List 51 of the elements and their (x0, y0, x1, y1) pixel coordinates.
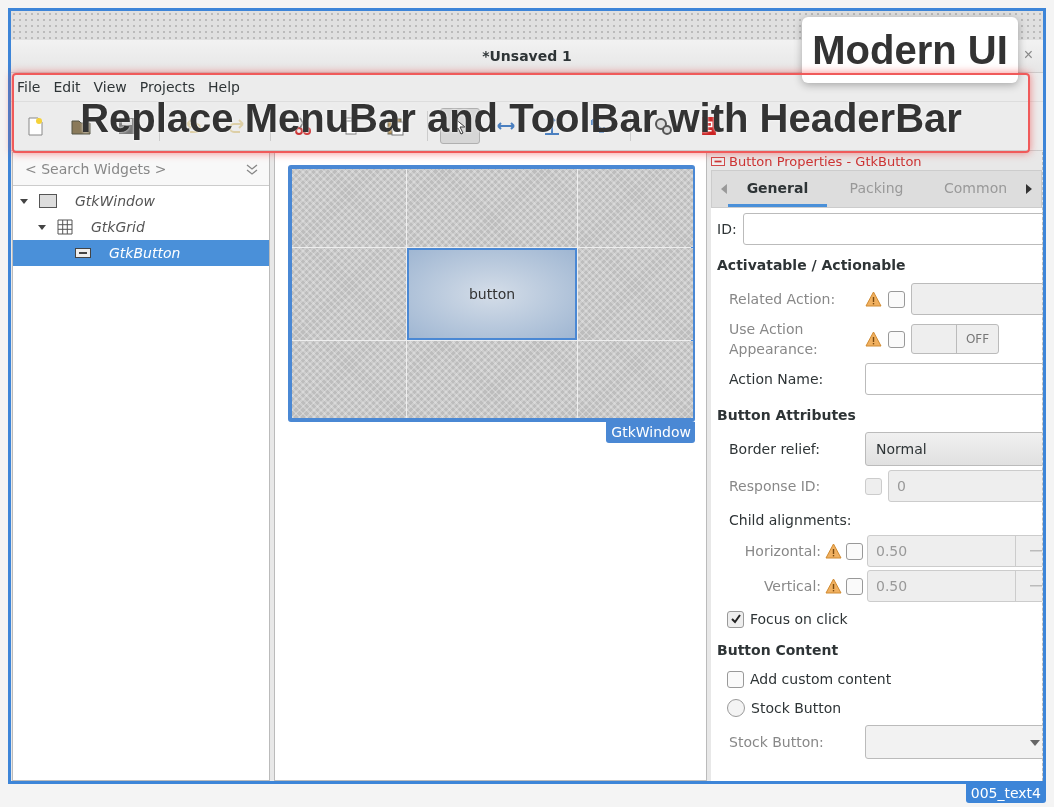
tree-item[interactable]: GtkGrid (13, 214, 269, 240)
properties-title: Button Properties - GtkButton (729, 153, 922, 169)
checkbox-label: Focus on click (750, 610, 848, 629)
text-field[interactable] (865, 363, 1042, 395)
tree-item[interactable]: GtkWindow (13, 188, 269, 214)
menu-item[interactable]: Projects (139, 79, 195, 95)
field-label: Border relief: (728, 440, 821, 459)
field-label: Vertical: (762, 577, 821, 596)
checkbox-label: Add custom content (750, 670, 892, 689)
minus-icon (1030, 585, 1042, 587)
scroll-right-icon[interactable] (1025, 184, 1033, 194)
search-field[interactable]: < Search Widgets > (13, 153, 269, 186)
minus-icon (1030, 550, 1042, 552)
tree-label: GtkButton (109, 245, 181, 261)
window-icon (39, 194, 57, 208)
field-label: Related Action: (728, 290, 837, 309)
checkbox[interactable] (727, 610, 744, 628)
menu-item[interactable]: File (17, 79, 41, 95)
button-widget[interactable]: button (407, 248, 577, 340)
dropdown[interactable]: Normal (865, 432, 1042, 466)
field-label: Action Name: (728, 370, 825, 389)
section-heading: Button Attributes (717, 406, 857, 425)
field-label: Child alignments: (728, 511, 853, 530)
section-heading: Activatable / Actionable (717, 256, 907, 275)
menu-item[interactable]: View (93, 79, 127, 95)
search-input[interactable]: < Search Widgets > (23, 160, 243, 178)
caret-icon (1030, 740, 1040, 746)
tree-label: GtkGrid (91, 219, 145, 235)
radio-label: Stock Button (751, 699, 842, 718)
field-label: ID: (717, 220, 737, 239)
menu-item[interactable]: Edit (53, 79, 81, 95)
checkbox[interactable] (727, 670, 744, 688)
field-label: Horizontal: (743, 542, 821, 561)
text-field[interactable] (911, 283, 1042, 315)
radio-button[interactable] (727, 699, 745, 717)
field-label: Stock Button: (728, 733, 825, 752)
expander-icon (37, 222, 47, 232)
window-title: *Unsaved 1 (482, 48, 572, 64)
field-label: Use Action Appearance: (728, 320, 819, 359)
field-label: Response ID: (728, 477, 822, 496)
id-field[interactable] (742, 213, 1042, 245)
menu-item[interactable]: Help (208, 79, 240, 95)
tree-label: GtkWindow (75, 193, 155, 209)
title-badge: Modern UI (802, 17, 1018, 83)
expander-icon (19, 196, 29, 206)
button-icon (711, 156, 725, 166)
section-heading: Button Content (717, 641, 840, 660)
window-tag: GtkWindow (606, 422, 695, 443)
button-icon (75, 248, 91, 258)
grid-icon (57, 219, 73, 235)
image-tag: 005_text4 (965, 783, 1046, 803)
